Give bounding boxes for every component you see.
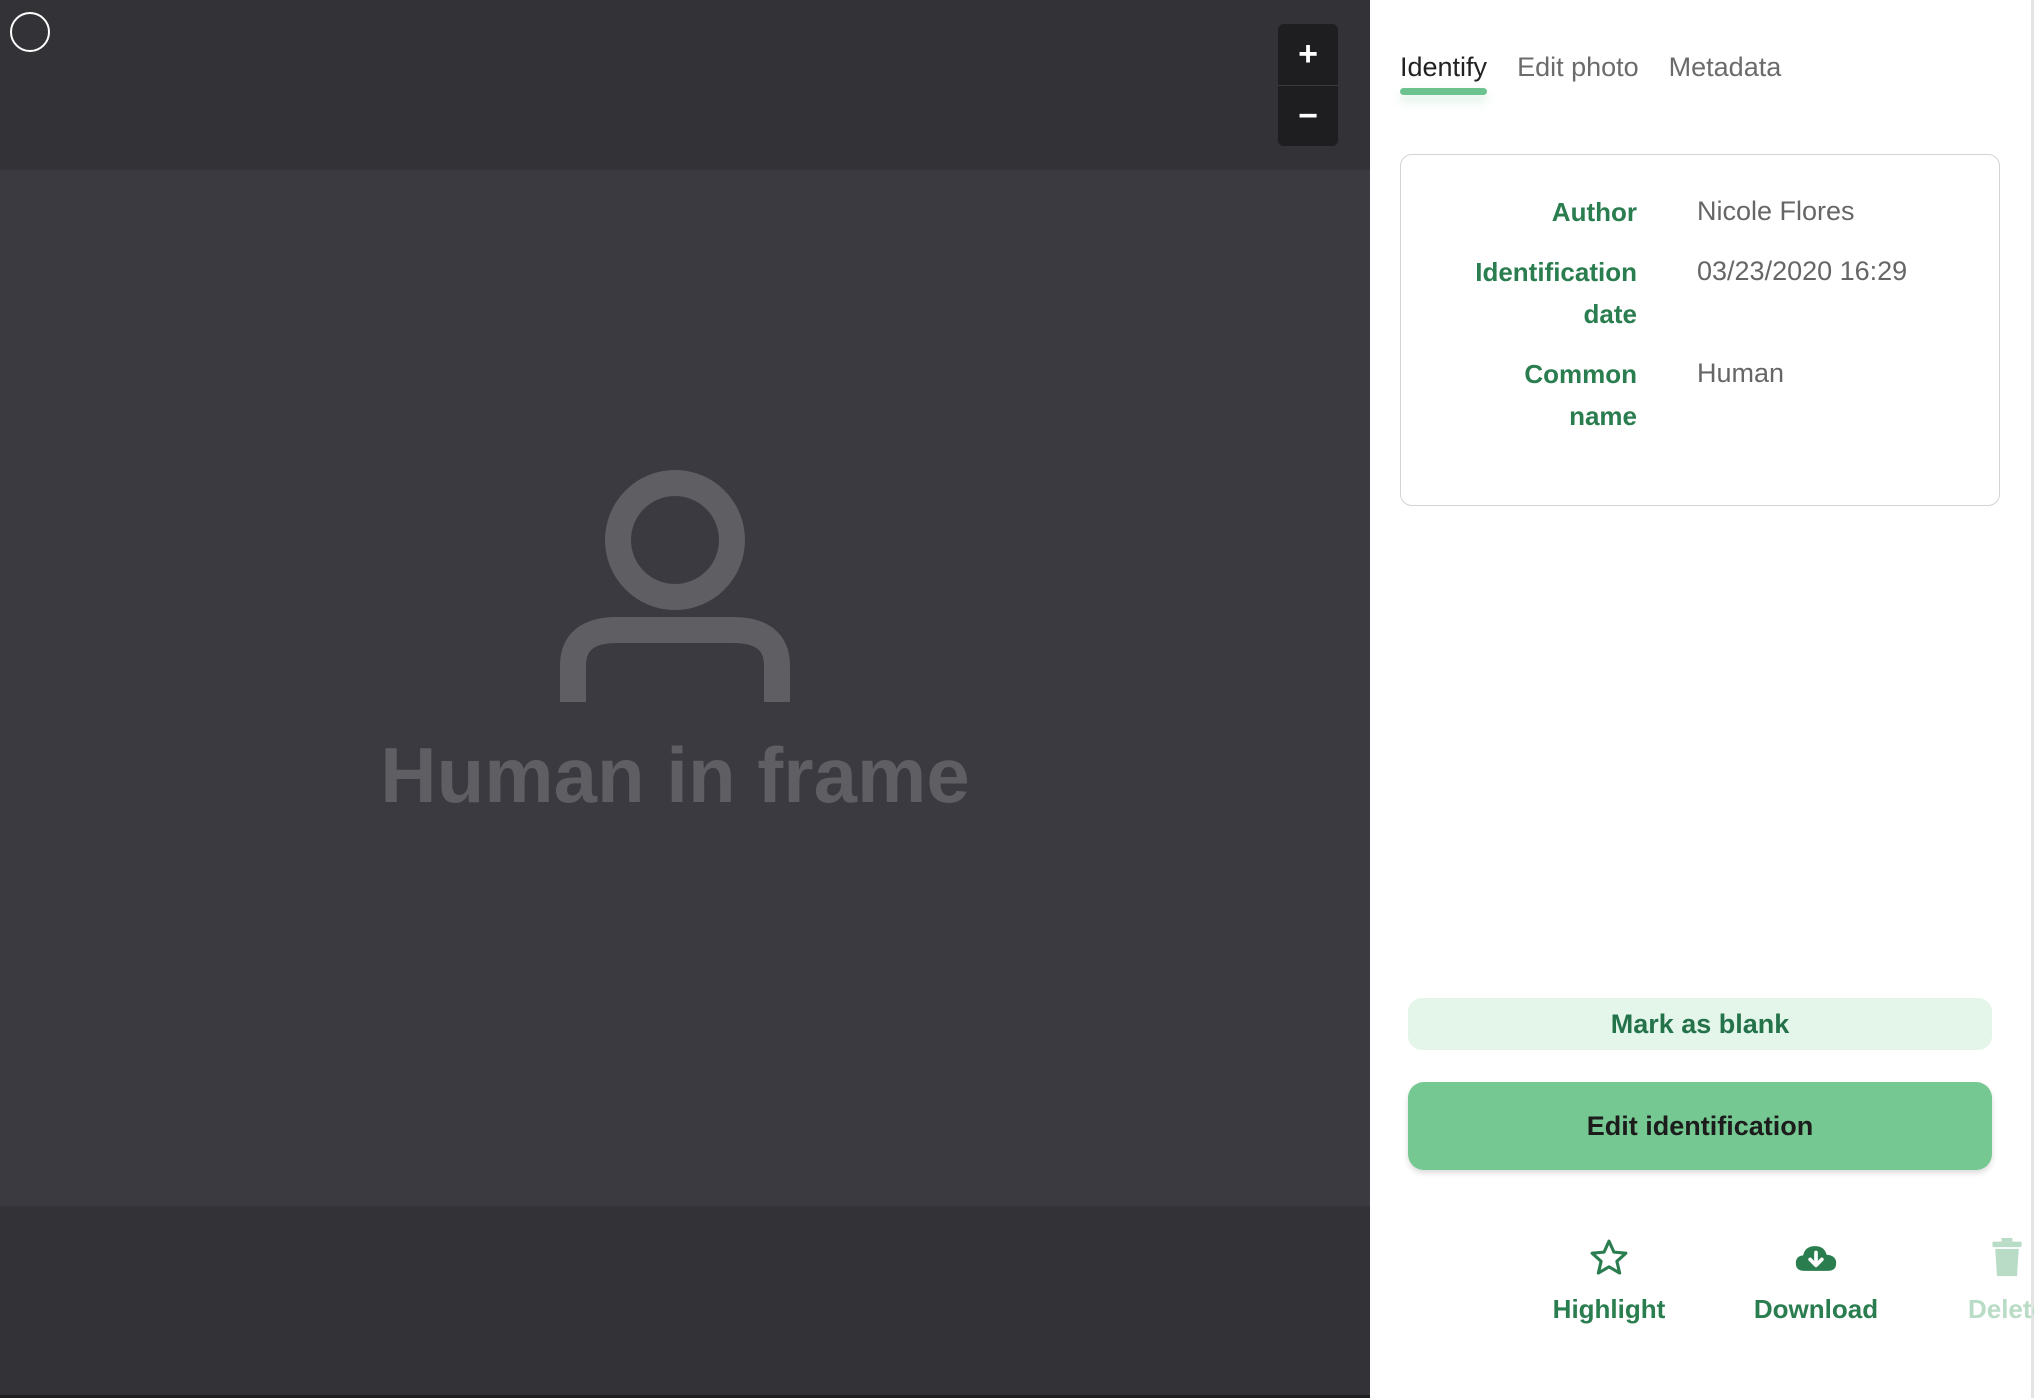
zoom-in-button[interactable]: +: [1278, 24, 1338, 85]
identification-card: Author Nicole Flores Identification date…: [1400, 154, 2000, 506]
photo-viewer[interactable]: + − Human in frame: [0, 0, 1370, 1398]
highlight-label: Highlight: [1552, 1294, 1666, 1324]
common-name-row: Common name Human: [1401, 353, 1999, 437]
panel-tabs: Identify Edit photo Metadata: [1400, 52, 1781, 95]
placeholder-text: Human in frame: [380, 731, 970, 819]
mark-as-blank-button[interactable]: Mark as blank: [1408, 998, 1992, 1050]
delete-label: Delete: [1967, 1294, 2034, 1324]
zoom-controls: + −: [1278, 24, 1338, 146]
tab-metadata[interactable]: Metadata: [1669, 52, 1782, 95]
author-value: Nicole Flores: [1697, 196, 1855, 226]
common-name-label-line1: Common: [1524, 359, 1637, 389]
identification-date-label-line1: Identification: [1475, 257, 1637, 287]
common-name-value: Human: [1697, 358, 1785, 388]
person-icon: [560, 470, 790, 702]
identification-date-label: Identification date: [1401, 251, 1637, 335]
cloud-download-icon: [1795, 1246, 1837, 1271]
tab-identify[interactable]: Identify: [1400, 52, 1488, 95]
common-name-label: Common name: [1401, 353, 1637, 437]
download-label: Download: [1753, 1294, 1879, 1324]
edit-identification-button[interactable]: Edit identification: [1408, 1082, 1992, 1170]
identification-date-label-line2: date: [1583, 299, 1637, 329]
highlight-button[interactable]: Highlight: [1509, 1236, 1709, 1325]
delete-button[interactable]: Delete: [1907, 1236, 2034, 1325]
identification-date-row: Identification date 03/23/2020 16:29: [1401, 251, 1999, 335]
zoom-out-button[interactable]: −: [1278, 85, 1338, 146]
author-label: Author: [1551, 197, 1637, 227]
identification-date-value: 03/23/2020 16:29: [1697, 256, 1908, 286]
tab-edit-photo[interactable]: Edit photo: [1517, 52, 1639, 95]
download-button[interactable]: Download: [1716, 1236, 1916, 1325]
cursor-ring-icon: [10, 12, 50, 52]
details-panel: Identify Edit photo Metadata Author Nico…: [1370, 0, 2034, 1398]
trash-icon: [1992, 1238, 2022, 1277]
author-row: Author Nicole Flores: [1401, 191, 1999, 233]
human-placeholder: Human in frame: [0, 470, 1350, 821]
star-icon: [1590, 1239, 1628, 1275]
common-name-label-line2: name: [1569, 401, 1637, 431]
